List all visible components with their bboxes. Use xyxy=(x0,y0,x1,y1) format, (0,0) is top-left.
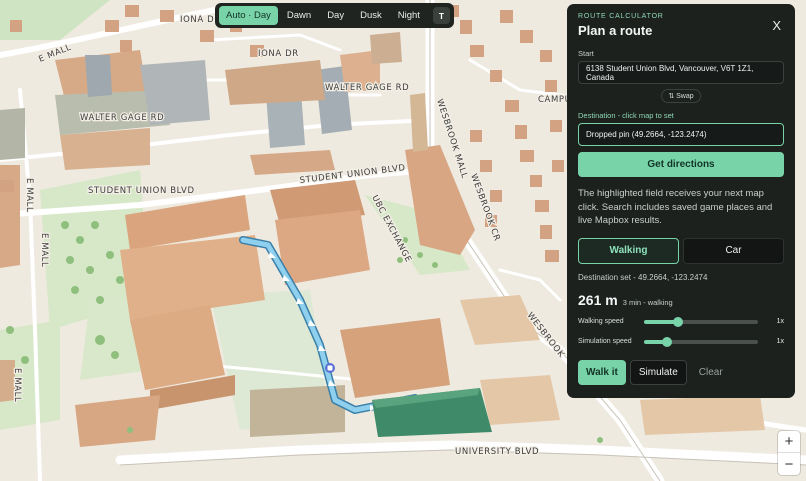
route-calculator-panel: ROUTE CALCULATOR Plan a route X Start 61… xyxy=(567,4,795,398)
tod-toggle-button[interactable]: T xyxy=(432,7,450,24)
tod-night-button[interactable]: Night xyxy=(391,6,427,25)
zoom-out-button[interactable]: − xyxy=(778,453,800,475)
walking-speed-row: Walking speed 1x xyxy=(578,316,784,328)
transit-stop-icon xyxy=(325,363,335,373)
street-label: E MALL xyxy=(24,178,34,212)
tod-dawn-button[interactable]: Dawn xyxy=(280,6,318,25)
swap-button[interactable]: ⇅ Swap xyxy=(661,89,701,103)
clear-button[interactable]: Clear xyxy=(691,360,731,385)
zoom-in-button[interactable]: + xyxy=(778,431,800,453)
street-label: WALTER GAGE RD xyxy=(80,113,164,123)
get-directions-button[interactable]: Get directions xyxy=(578,152,784,177)
street-label: STUDENT UNION BLVD xyxy=(88,186,195,196)
simulation-speed-row: Simulation speed 1x xyxy=(578,336,784,348)
walking-speed-value: 1x xyxy=(776,318,784,325)
destination-label: Destination - click map to set xyxy=(578,111,674,120)
walking-speed-slider[interactable] xyxy=(644,316,758,327)
route-summary: 261 m 3 min - walking xyxy=(578,292,784,308)
travel-mode-toggle: Walking Car xyxy=(578,237,784,264)
simulation-speed-value: 1x xyxy=(776,338,784,345)
tod-day-button[interactable]: Day xyxy=(320,6,351,25)
walking-speed-label: Walking speed xyxy=(578,318,624,325)
help-text: The highlighted field receives your next… xyxy=(578,188,773,226)
panel-title: Plan a route xyxy=(578,23,653,38)
time-of-day-switcher: Auto · Day Dawn Day Dusk Night T xyxy=(215,3,454,28)
tod-auto-day-button[interactable]: Auto · Day xyxy=(219,6,278,25)
car-mode-button[interactable]: Car xyxy=(683,237,784,264)
street-label: E MALL xyxy=(12,368,22,402)
walk-it-button[interactable]: Walk it xyxy=(578,359,626,385)
simulate-button[interactable]: Simulate xyxy=(629,359,687,385)
walking-mode-button[interactable]: Walking xyxy=(578,237,679,264)
simulation-speed-handle[interactable] xyxy=(661,336,672,347)
close-button[interactable]: X xyxy=(772,18,781,33)
street-label: IONA DR xyxy=(258,49,299,59)
action-row: Walk it Simulate Clear xyxy=(578,359,784,385)
destination-status: Destination set - 49.2664, -123.2474 xyxy=(578,272,708,282)
panel-eyebrow: ROUTE CALCULATOR xyxy=(578,13,664,20)
simulation-speed-label: Simulation speed xyxy=(578,338,632,345)
start-input[interactable]: 6138 Student Union Blvd, Vancouver, V6T … xyxy=(578,61,784,84)
street-label: UNIVERSITY BLVD xyxy=(455,447,539,457)
route-distance: 261 m xyxy=(578,291,618,308)
destination-input[interactable]: Dropped pin (49.2664, -123.2474) xyxy=(578,123,784,146)
street-label: WALTER GAGE RD xyxy=(325,83,409,93)
tod-dusk-button[interactable]: Dusk xyxy=(353,6,389,25)
start-label: Start xyxy=(578,49,594,58)
swap-wrapper: ⇅ Swap xyxy=(578,89,784,103)
route-eta: 3 min - walking xyxy=(622,297,673,307)
street-label: E MALL xyxy=(39,233,49,267)
walking-speed-handle[interactable] xyxy=(673,316,684,327)
simulation-speed-slider[interactable] xyxy=(644,336,758,347)
zoom-control: + − xyxy=(778,431,800,475)
